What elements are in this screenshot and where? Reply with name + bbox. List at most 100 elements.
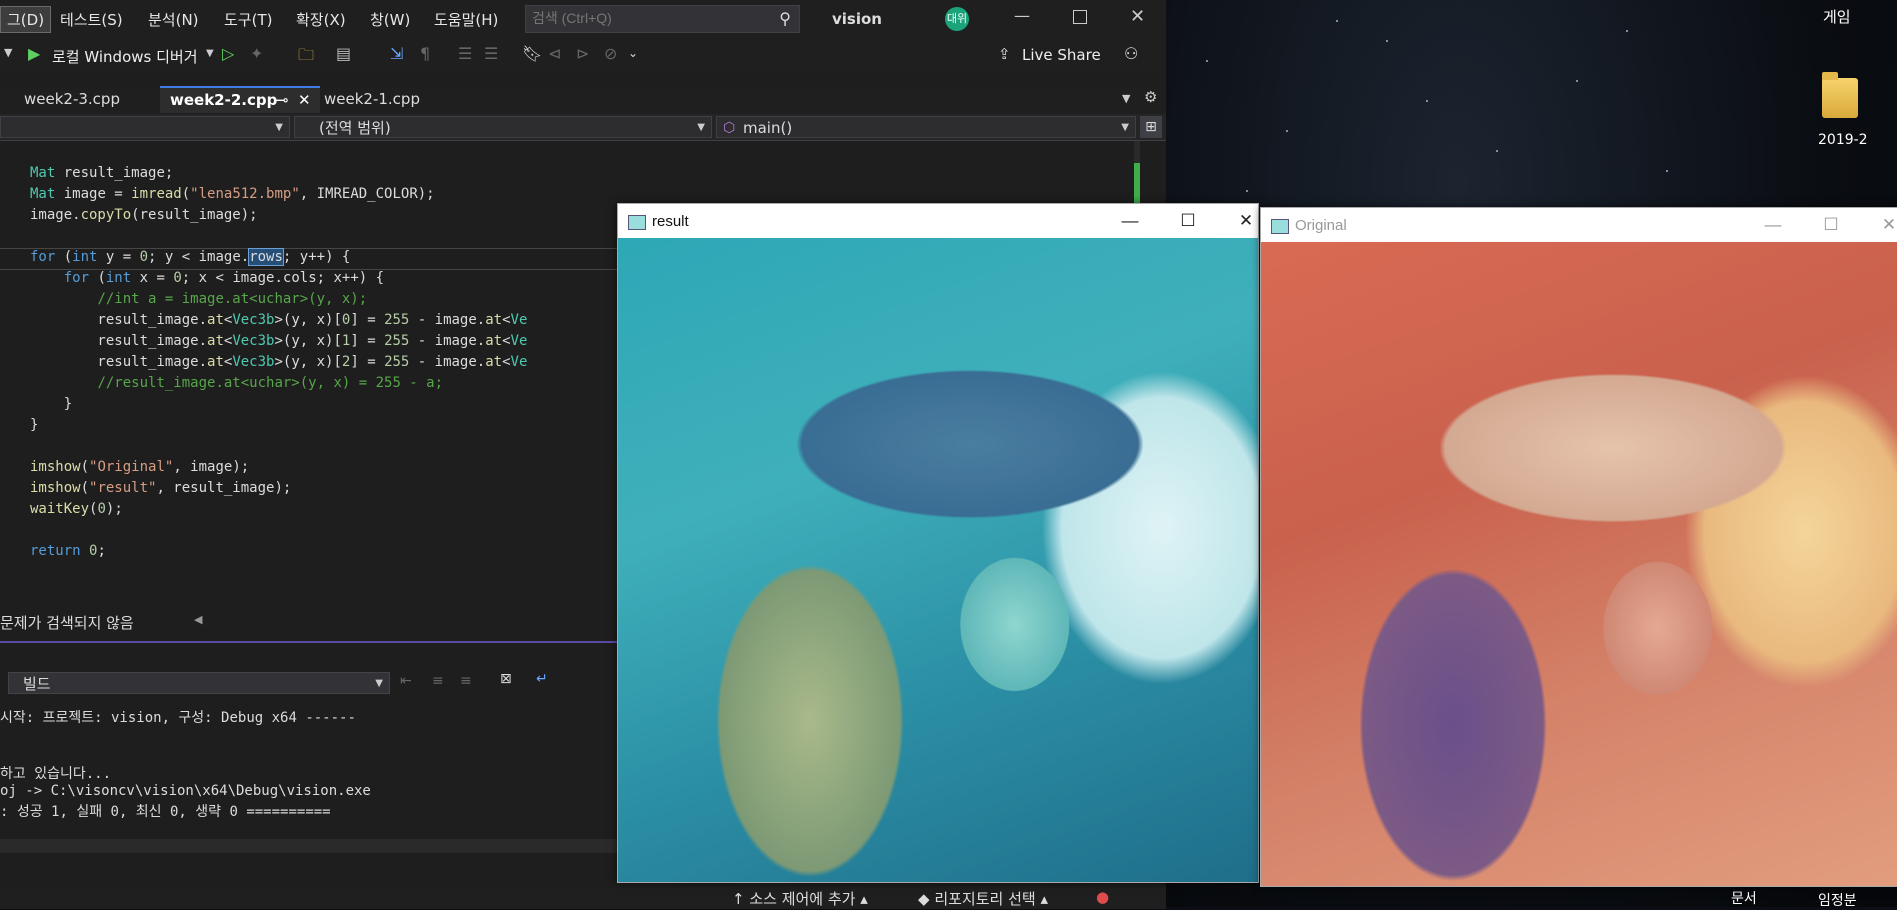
- desktop-label-documents[interactable]: 문서: [1731, 888, 1757, 908]
- menu-window[interactable]: 창(W): [370, 9, 410, 30]
- find-message-icon[interactable]: ⇤: [400, 673, 412, 689]
- dropdown-arrow-icon[interactable]: ▼: [4, 46, 12, 59]
- maximize-icon[interactable]: ☐: [1168, 208, 1208, 234]
- tab-week2-3[interactable]: week2-3.cpp: [14, 86, 130, 113]
- start-debug-icon[interactable]: ▶: [28, 44, 40, 63]
- toolbar: ▼ ▶ 로컬 Windows 디버거 ▼ ▷ ✦ 🗀 ▤ ⇲ ¶ ☰ ☰ 🔖︎ …: [0, 38, 1166, 74]
- scroll-left-icon[interactable]: ◀: [194, 613, 202, 626]
- scope-label: (전역 범위): [319, 119, 391, 137]
- search-icon: ⚲: [779, 9, 791, 28]
- close-icon[interactable]: ✕: [1130, 6, 1145, 27]
- code-line: //int a = image.at<uchar>(y, x);: [97, 291, 368, 307]
- close-icon[interactable]: ✕: [1869, 212, 1897, 238]
- original-titlebar[interactable]: Original — ☐ ✕: [1261, 208, 1897, 242]
- live-share-button[interactable]: Live Share: [1022, 46, 1101, 64]
- function-label: main(): [743, 119, 793, 137]
- tab-week2-2[interactable]: week2-2.cpp ⊸ ✕: [160, 86, 320, 113]
- code-line: imshow("result", result_image);: [30, 480, 292, 496]
- indent-icon[interactable]: ☰: [458, 44, 472, 63]
- search-input[interactable]: [526, 6, 768, 30]
- window-app-icon: [1271, 219, 1289, 234]
- pin-icon[interactable]: ⊸: [276, 88, 289, 113]
- add-source-control-button[interactable]: ↑ 소스 제어에 추가 ▴: [732, 888, 868, 909]
- minimize-icon[interactable]: —: [1110, 208, 1150, 234]
- scope-dropdown[interactable]: (전역 범위) ▼: [294, 116, 712, 138]
- tab-close-icon[interactable]: ✕: [298, 88, 311, 113]
- folder-open-icon[interactable]: 🗀: [298, 44, 314, 71]
- project-dropdown[interactable]: ▼: [0, 116, 290, 138]
- result-window[interactable]: result — ☐ ✕: [617, 203, 1259, 883]
- chevron-down-icon: ▼: [375, 678, 383, 689]
- search-box[interactable]: ⚲: [525, 5, 800, 33]
- navigation-bar: ▼ (전역 범위) ▼ ⬡ main() ▼ ⊞: [0, 114, 1166, 141]
- minimize-icon[interactable]: —: [1753, 212, 1793, 238]
- run-target-button[interactable]: 로컬 Windows 디버거: [52, 46, 198, 67]
- menu-help[interactable]: 도움말(H): [434, 9, 498, 30]
- desktop-label-game[interactable]: 게임: [1823, 6, 1851, 27]
- prev-message-icon[interactable]: ≡: [432, 673, 444, 689]
- format-icon[interactable]: ¶: [420, 44, 430, 63]
- settings-gear-icon[interactable]: ⚙: [1144, 88, 1157, 106]
- code-line: imshow("Original", image);: [30, 459, 250, 475]
- word-wrap-icon[interactable]: ↵: [536, 671, 548, 687]
- bookmark-prev-icon[interactable]: ⊲: [548, 44, 561, 63]
- run-target-dropdown-icon[interactable]: ▼: [206, 48, 214, 59]
- tab-week2-1[interactable]: week2-1.cpp: [314, 86, 430, 113]
- code-line: result_image.at<Vec3b>(y, x)[1] = 255 - …: [30, 333, 528, 349]
- original-window[interactable]: Original — ☐ ✕: [1260, 207, 1897, 887]
- split-view-icon[interactable]: ⊞: [1140, 116, 1162, 138]
- output-source-select[interactable]: 빌드 ▼: [8, 672, 390, 694]
- tab-list-icon[interactable]: ▼: [1122, 92, 1130, 105]
- function-dropdown[interactable]: ⬡ main() ▼: [716, 116, 1136, 138]
- code-line: //result_image.at<uchar>(y, x) = 255 - a…: [97, 375, 444, 391]
- code-line: result_image.at<Vec3b>(y, x)[0] = 255 - …: [30, 312, 528, 328]
- menu-debug[interactable]: 그(D): [0, 6, 52, 33]
- layout-icon[interactable]: ▤: [336, 44, 351, 63]
- bookmark-next-icon[interactable]: ⊳: [576, 44, 589, 63]
- code-line: image.copyTo(result_image);: [30, 207, 258, 223]
- minimize-icon[interactable]: —: [1014, 6, 1030, 25]
- live-share-icon: ⇪: [998, 45, 1011, 63]
- pointer-icon[interactable]: ⇲: [390, 44, 403, 63]
- menu-extensions[interactable]: 확장(X): [296, 9, 346, 30]
- desktop-label-folder[interactable]: 2019-2: [1818, 132, 1868, 148]
- select-repository-label: 리포지토리 선택: [934, 890, 1036, 908]
- status-bar: ↑ 소스 제어에 추가 ▴ ◆ 리포지토리 선택 ▴ ●: [0, 888, 1166, 909]
- solution-name: vision: [832, 10, 882, 28]
- issues-bar: 문제가 검색되지 않음 ◀: [0, 608, 620, 634]
- code-line: return 0;: [30, 543, 106, 559]
- result-titlebar[interactable]: result — ☐ ✕: [618, 204, 1258, 238]
- menu-test[interactable]: 테스트(S): [60, 9, 123, 30]
- maximize-icon[interactable]: ☐: [1811, 212, 1851, 238]
- document-tabs: week2-3.cpp week2-2.cpp ⊸ ✕ week2-1.cpp …: [0, 86, 1166, 113]
- tab-label: week2-2.cpp: [170, 91, 278, 109]
- bookmark-icon[interactable]: 🔖︎: [522, 44, 542, 63]
- menu-tools[interactable]: 도구(T): [224, 9, 272, 30]
- hot-reload-icon[interactable]: ✦: [250, 44, 263, 63]
- menu-analyze[interactable]: 분석(N): [148, 9, 199, 30]
- notification-icon[interactable]: ●: [1096, 888, 1109, 906]
- folder-icon[interactable]: [1818, 72, 1862, 122]
- feedback-icon[interactable]: ⚇: [1124, 44, 1138, 63]
- result-image: [618, 238, 1258, 882]
- original-window-title: Original: [1295, 217, 1347, 234]
- output-line: 시작: 프로젝트: vision, 구성: Debug x64 ------: [0, 710, 356, 726]
- start-without-debug-icon[interactable]: ▷: [222, 44, 234, 63]
- output-line: oj -> C:\visoncv\vision\x64\Debug\vision…: [0, 783, 371, 799]
- original-image: [1261, 242, 1897, 886]
- output-source-label: 빌드: [23, 675, 51, 693]
- chevron-down-icon: ▼: [275, 122, 283, 133]
- code-line: for (int y = 0; y < image.rows; y++) {: [30, 248, 351, 266]
- menu-bar: 그(D) 테스트(S) 분석(N) 도구(T) 확장(X) 창(W) 도움말(H…: [0, 0, 1166, 38]
- bookmark-clear-icon[interactable]: ⊘: [604, 44, 617, 63]
- clear-all-icon[interactable]: ⊠: [500, 671, 512, 687]
- desktop-label-user[interactable]: 임정분: [1818, 890, 1857, 910]
- maximize-icon[interactable]: [1073, 10, 1087, 24]
- code-line: }: [30, 396, 73, 412]
- select-repository-button[interactable]: ◆ 리포지토리 선택 ▴: [918, 888, 1048, 909]
- overflow-icon[interactable]: ⌄: [628, 46, 638, 60]
- next-message-icon[interactable]: ≡: [460, 673, 472, 689]
- outdent-icon[interactable]: ☰: [484, 44, 498, 63]
- code-line: waitKey(0);: [30, 501, 123, 517]
- user-avatar[interactable]: 대위: [945, 7, 969, 31]
